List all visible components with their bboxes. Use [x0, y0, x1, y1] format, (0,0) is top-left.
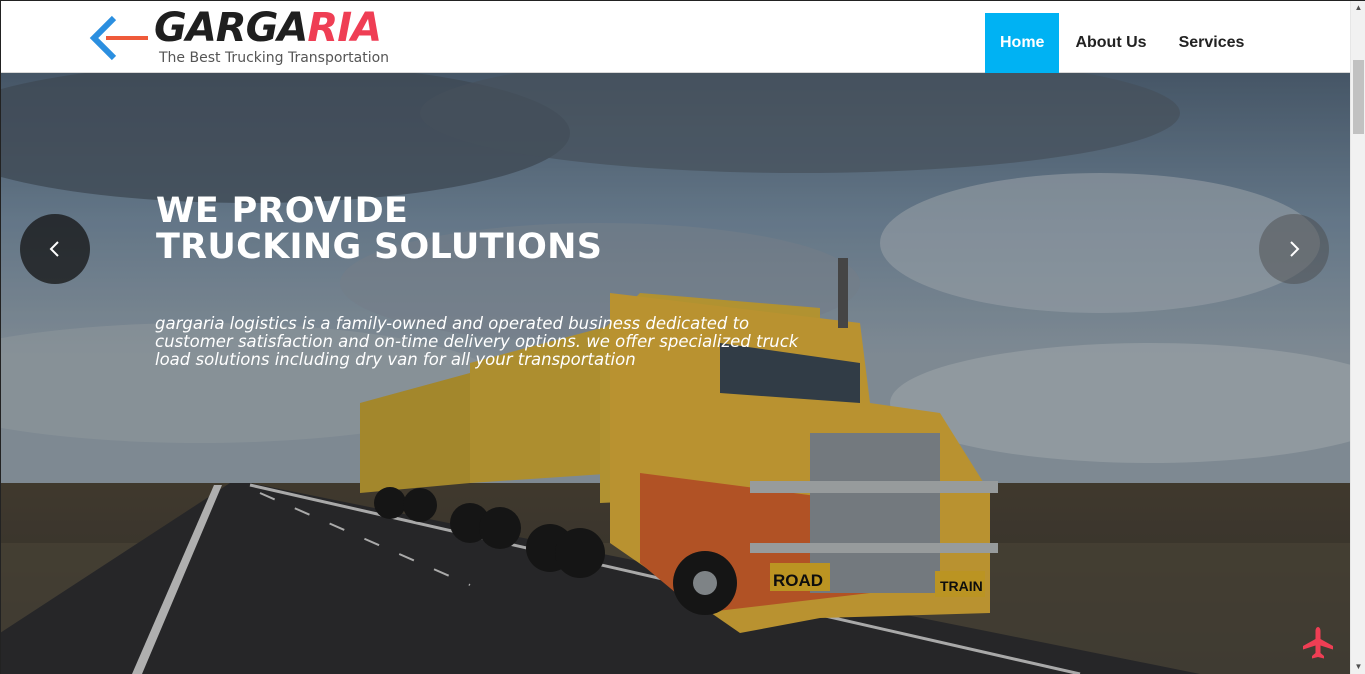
slider-next-button[interactable]	[1259, 214, 1329, 284]
hero-title-line-2: TRUCKING SOLUTIONS	[156, 227, 603, 267]
chevron-left-icon	[49, 241, 59, 257]
hero-dark-overlay	[0, 73, 1350, 674]
scroll-down-arrow-icon[interactable]: ▼	[1351, 659, 1365, 674]
nav-item-services[interactable]: Services	[1163, 13, 1261, 73]
logo-word-accent: RIA	[307, 5, 382, 51]
scroll-up-arrow-icon[interactable]: ▲	[1351, 0, 1365, 15]
logo-arrow-icon	[89, 15, 148, 61]
hero-slider: ROAD TRAIN WE PROVIDE TRUCKING SOLUTIONS…	[0, 73, 1350, 674]
site-header: GARGARIA The Best Trucking Transportatio…	[0, 0, 1350, 73]
chevron-right-icon	[1290, 241, 1300, 257]
page-scrollbar[interactable]: ▲ ▼	[1350, 0, 1365, 674]
nav-item-home[interactable]: Home	[985, 13, 1060, 73]
hero-description: gargaria logistics is a family-owned and…	[155, 314, 799, 369]
hero-title-line-1: WE PROVIDE	[156, 191, 409, 231]
scrollbar-thumb[interactable]	[1353, 60, 1364, 134]
logo-word-dark: GARGA	[154, 5, 308, 51]
site-logo[interactable]: GARGARIA The Best Trucking Transportatio…	[88, 6, 408, 70]
logo-wordmark: GARGARIA	[154, 5, 382, 51]
slider-prev-button[interactable]	[20, 214, 90, 284]
nav-item-about-us[interactable]: About Us	[1059, 13, 1162, 73]
logo-tagline: The Best Trucking Transportation	[159, 50, 390, 66]
airplane-icon[interactable]	[1300, 625, 1336, 661]
main-nav: Home About Us Services	[985, 13, 1260, 73]
hero-title: WE PROVIDE TRUCKING SOLUTIONS	[156, 193, 602, 265]
